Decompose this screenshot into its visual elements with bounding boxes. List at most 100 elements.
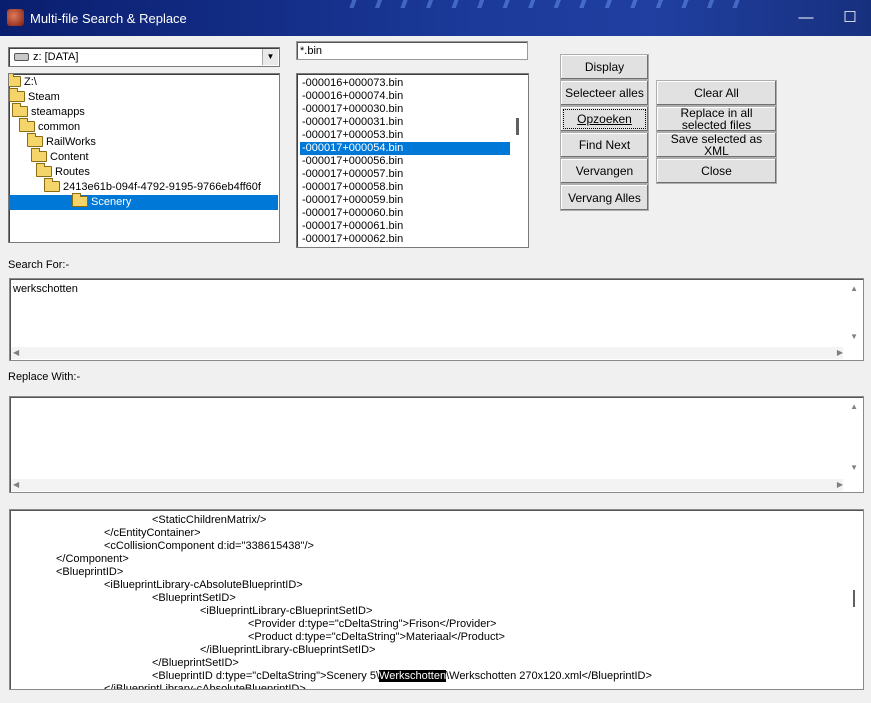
xml-line: <StaticChildrenMatrix/> <box>152 514 267 526</box>
clear-all-button-label: Clear All <box>694 86 739 100</box>
close-button[interactable]: Close <box>656 158 777 184</box>
folder-icon <box>31 148 47 162</box>
find-next-button[interactable]: Find Next <box>560 132 649 158</box>
folder-item-label: Scenery <box>91 196 132 208</box>
save-xml-button[interactable]: Save selected as XML <box>656 132 777 158</box>
replace-label: Replace With:- <box>8 371 81 383</box>
replace-input[interactable]: ▲ ▼ ◀ ▶ <box>9 396 864 493</box>
file-list[interactable]: -000016+000073.bin -000016+000074.bin -000… <box>296 73 529 248</box>
window-title: Multi-file Search & Replace <box>30 11 187 26</box>
drive-icon <box>14 53 29 61</box>
scroll-down-icon[interactable]: ▼ <box>850 332 858 342</box>
replace-in-selected-button-label: Replace in all selected files <box>680 106 753 132</box>
file-list-item[interactable]: -000017+000030.bin <box>300 103 510 116</box>
file-list-item[interactable]: -000017+000054.bin <box>300 142 510 155</box>
replace-button[interactable]: Vervangen <box>560 158 649 184</box>
xml-line: <BlueprintID d:type="cDeltaString">Scene… <box>152 670 652 683</box>
xml-line: </BlueprintSetID> <box>152 657 239 669</box>
clear-all-button[interactable]: Clear All <box>656 80 777 106</box>
drive-select-value: z: [DATA] <box>33 51 79 63</box>
xml-line: </cEntityContainer> <box>104 527 201 539</box>
file-list-item[interactable]: -000017+000056.bin <box>300 155 510 168</box>
xml-line: <cCollisionComponent d:id="338615438"/> <box>104 540 314 552</box>
scroll-up-icon[interactable]: ▲ <box>850 284 858 294</box>
scroll-right-icon[interactable]: ▶ <box>837 348 843 358</box>
xml-line-text: \Werkschotten 270x120.xml</BlueprintID> <box>446 670 652 682</box>
find-next-button-label: Find Next <box>578 138 631 152</box>
select-all-button[interactable]: Selecteer alles <box>560 80 649 106</box>
file-list-item[interactable]: -000017+000061.bin <box>300 220 510 233</box>
folder-item-label: Content <box>50 151 89 163</box>
file-list-item[interactable]: -000016+000074.bin <box>300 90 510 103</box>
xml-line-text: <BlueprintID d:type="cDeltaString">Scene… <box>152 670 380 682</box>
folder-item-label: Z:\ <box>24 76 37 88</box>
folder-icon <box>19 118 35 132</box>
search-hscrollbar[interactable]: ◀ ▶ <box>11 347 843 359</box>
replace-hscrollbar[interactable]: ◀ ▶ <box>11 479 843 491</box>
replace-button-label: Vervangen <box>575 164 634 178</box>
close-button-label: Close <box>701 164 732 178</box>
file-list-scrollbar[interactable] <box>516 118 519 135</box>
folder-open-icon <box>72 193 88 207</box>
xml-line: <BlueprintID> <box>56 566 124 578</box>
replace-in-selected-button[interactable]: Replace in all selected files <box>656 106 777 132</box>
folder-icon <box>9 88 25 102</box>
xml-line: <iBlueprintLibrary-cAbsoluteBlueprintID> <box>104 579 303 591</box>
drive-select[interactable]: z: [DATA] ▼ <box>8 47 280 67</box>
title-decoration <box>331 0 751 8</box>
file-list-item[interactable]: -000017+000060.bin <box>300 207 510 220</box>
file-filter-input[interactable]: *.bin <box>296 41 528 60</box>
scroll-right-icon[interactable]: ▶ <box>837 480 843 490</box>
xml-line: <Provider d:type="cDeltaString">Frison</… <box>248 618 497 630</box>
xml-line: <iBlueprintLibrary-cBlueprintSetID> <box>200 605 373 617</box>
folder-item-label: common <box>38 121 81 133</box>
search-match-highlight: Werkschotten <box>379 670 447 682</box>
save-xml-button-label: Save selected as XML <box>670 132 763 158</box>
select-all-button-label: Selecteer alles <box>565 86 644 100</box>
xml-line: </iBlueprintLibrary-cAbsoluteBlueprintID… <box>104 683 306 690</box>
scroll-down-icon[interactable]: ▼ <box>850 463 858 473</box>
folder-item-label: 2413e61b-094f-4792-9195-9766eb4ff60f <box>63 181 261 193</box>
maximize-button[interactable]: ☐ <box>836 6 864 30</box>
file-list-item[interactable]: -000017+000031.bin <box>300 116 510 129</box>
xml-preview-scrollbar[interactable] <box>853 590 855 607</box>
folder-item-label: Routes <box>55 166 90 178</box>
file-list-item[interactable]: -000017+000053.bin <box>300 129 510 142</box>
xml-line: </Component> <box>56 553 129 565</box>
search-input[interactable]: werkschotten ▲ ▼ ◀ ▶ <box>9 278 864 361</box>
folder-item[interactable]: Scenery <box>9 193 278 210</box>
folder-icon <box>36 163 52 177</box>
xml-preview[interactable]: <StaticChildrenMatrix/> </cEntityContaine… <box>9 509 864 690</box>
folder-tree[interactable]: Z:\ Steam steamapps common RailWorks Content R… <box>8 73 280 243</box>
title-bar: Multi-file Search & Replace — ☐ <box>0 0 871 36</box>
search-label: Search For:- <box>8 259 70 271</box>
folder-item-label: Steam <box>28 91 60 103</box>
display-button-label: Display <box>584 60 625 74</box>
folder-icon <box>9 74 21 87</box>
app-icon <box>7 9 24 26</box>
chevron-down-icon[interactable]: ▼ <box>262 49 278 65</box>
file-list-item[interactable]: -000016+000073.bin <box>300 77 510 90</box>
scroll-left-icon[interactable]: ◀ <box>13 480 19 490</box>
search-button[interactable]: Opzoeken <box>560 106 649 132</box>
minimize-button[interactable]: — <box>792 6 820 30</box>
search-input-value: werkschotten <box>13 283 78 295</box>
xml-line: <Product d:type="cDeltaString">Materiaal… <box>248 631 505 643</box>
file-list-item[interactable]: -000017+000057.bin <box>300 168 510 181</box>
file-list-item[interactable]: -000017+000062.bin <box>300 233 510 246</box>
folder-item-label: steamapps <box>31 106 85 118</box>
display-button[interactable]: Display <box>560 54 649 80</box>
folder-icon <box>12 103 28 117</box>
folder-item-label: RailWorks <box>46 136 96 148</box>
scroll-up-icon[interactable]: ▲ <box>850 402 858 412</box>
folder-icon <box>44 178 60 192</box>
file-list-item[interactable]: -000017+000059.bin <box>300 194 510 207</box>
replace-all-button-label: Vervang Alles <box>568 190 641 205</box>
xml-line: <BlueprintSetID> <box>152 592 236 604</box>
xml-line: </iBlueprintLibrary-cBlueprintSetID> <box>200 644 376 656</box>
scroll-left-icon[interactable]: ◀ <box>13 348 19 358</box>
folder-icon <box>27 133 43 147</box>
search-button-label: Opzoeken <box>577 112 632 126</box>
replace-all-button[interactable]: Vervang Alles <box>560 184 649 211</box>
file-list-item[interactable]: -000017+000058.bin <box>300 181 510 194</box>
